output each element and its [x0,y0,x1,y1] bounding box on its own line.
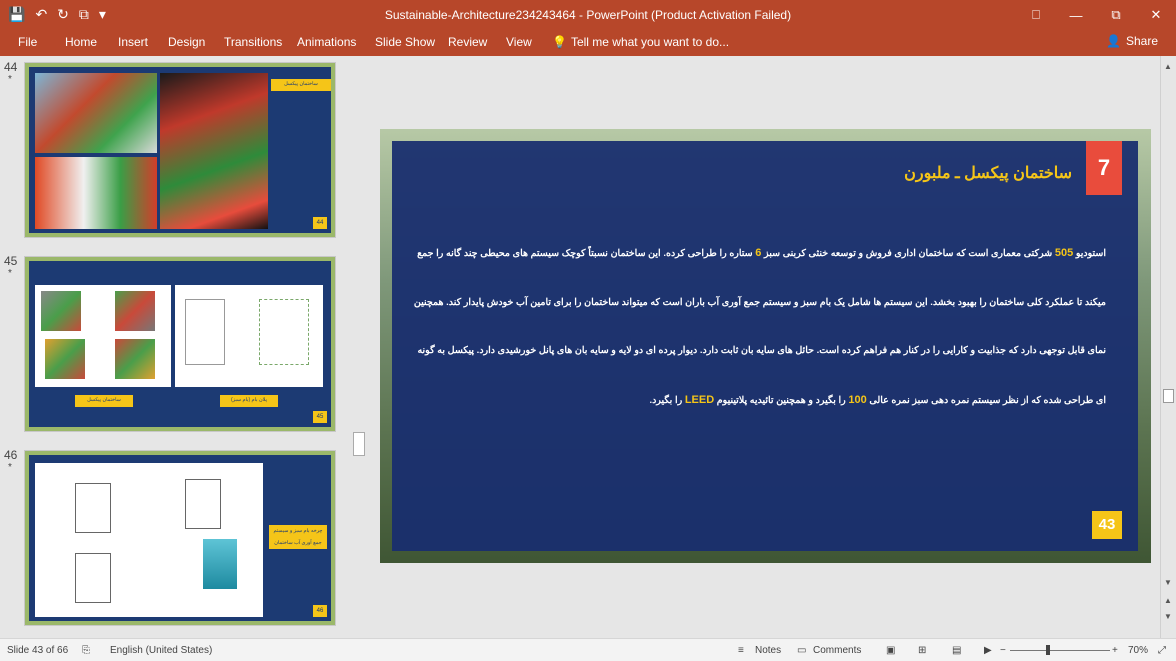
slide-body-text[interactable]: استودیو 505 شرکتی معماری است که ساختمان … [410,229,1106,425]
tab-home[interactable]: Home [65,35,97,49]
tab-design[interactable]: Design [168,35,205,49]
zoom-out-icon[interactable]: − [1000,645,1006,656]
person-icon: 👤 [1106,34,1121,48]
language-indicator[interactable]: English (United States) [110,645,212,656]
slideshow-icon[interactable]: ▶ [984,645,992,656]
scrollbar-thumb[interactable] [353,432,365,456]
zoom-slider-knob[interactable] [1046,645,1050,655]
body-text: را بگیرد و همچنین تائیدیه پلاتینیوم [714,394,849,406]
window-controls: ⎕ — ⧉ ✕ [1016,0,1176,30]
body-text: شرکتی معماری است که ساختمان اداری فروش و… [761,248,1055,259]
comments-button[interactable]: Comments [813,645,861,656]
slide-thumbnail-45[interactable]: ساختمان پیکسل پلان بام (بام سبز) 45 [24,256,336,432]
previous-slide-icon[interactable]: ▲ [1164,596,1172,605]
ribbon-display-icon[interactable]: ⎕ [1016,0,1056,30]
notes-button[interactable]: Notes [755,645,781,656]
highlight-number: LEED [684,393,715,406]
tell-me-label: Tell me what you want to do... [570,35,730,49]
thumbnail-scrollbar[interactable] [352,56,366,638]
restore-button[interactable]: ⧉ [1096,0,1136,30]
lightbulb-icon: 💡 [552,35,567,49]
slide-scrollbar[interactable]: ▲ ▼ ▲ ▼ [1160,56,1176,638]
share-button[interactable]: 👤 Share [1106,34,1158,48]
scroll-down-icon[interactable]: ▼ [1164,578,1172,587]
current-slide[interactable]: 7 ساختمان پیکسل ـ ملبورن استودیو 505 شرک… [380,129,1151,563]
status-bar: Slide 43 of 66 ⎘ English (United States)… [0,638,1176,661]
animation-star-icon: * [8,74,12,85]
slide-heading[interactable]: ساختمان پیکسل ـ ملبورن [904,163,1072,183]
reading-view-icon[interactable]: ▤ [952,645,961,656]
slide-thumbnail-pane: 44 * ساختمان پیکسل 44 45 * ساختمان پیکسل… [0,56,350,638]
ribbon-tabs: File Home Insert Design Transitions Anim… [0,30,1176,56]
slide-sorter-icon[interactable]: ⊞ [918,645,926,656]
document-title: Sustainable-Architecture234243464 - Powe… [384,8,792,22]
body-text: ستاره را طراحی کرده. این ساختمان نسبتاً … [413,248,1106,406]
fit-to-window-icon[interactable]: ⤢ [1158,645,1166,656]
thumbnail-number: 45 [4,254,18,268]
zoom-level[interactable]: 70% [1128,645,1148,656]
content-panel: 7 ساختمان پیکسل ـ ملبورن استودیو 505 شرک… [392,141,1138,551]
zoom-in-icon[interactable]: + [1112,645,1118,656]
tab-animations[interactable]: Animations [297,35,356,49]
notes-icon[interactable]: ≡ [738,645,744,656]
tab-transitions[interactable]: Transitions [224,35,282,49]
normal-view-icon[interactable]: ▣ [886,645,895,656]
slide-editing-area: 7 ساختمان پیکسل ـ ملبورن استودیو 505 شرک… [368,56,1160,638]
tell-me-box[interactable]: 💡 Tell me what you want to do... [552,35,729,49]
title-bar: 💾 ↶ ↻ ⧉ ▾ Sustainable-Architecture234243… [0,0,1176,30]
tab-review[interactable]: Review [448,35,487,49]
scrollbar-thumb[interactable] [1163,389,1174,403]
slide-thumbnail-44[interactable]: ساختمان پیکسل 44 [24,62,336,238]
highlight-number: 100 [848,393,867,406]
slide-thumbnail-46[interactable]: چرخه بام سبز و سیستم جمع آوری آب ساختمان… [24,450,336,626]
share-label: Share [1125,34,1158,48]
slide-page-number: 43 [1092,511,1122,539]
section-number-badge: 7 [1086,141,1122,195]
thumbnail-number: 44 [4,60,18,74]
spelling-icon[interactable]: ⎘ [82,645,90,656]
tab-file[interactable]: File [18,35,37,49]
tab-view[interactable]: View [506,35,532,49]
animation-star-icon: * [8,268,12,279]
slide-count: Slide 43 of 66 [7,645,69,656]
body-text: را بگیرد. [649,394,685,406]
thumbnail-number: 46 [4,448,18,462]
tab-slide-show[interactable]: Slide Show [375,35,435,49]
comments-icon[interactable]: ▭ [797,645,806,656]
body-text: استودیو [1073,248,1106,259]
animation-star-icon: * [8,462,12,473]
close-button[interactable]: ✕ [1136,0,1176,30]
minimize-button[interactable]: — [1056,0,1096,30]
highlight-number: 505 [1054,247,1074,259]
tab-insert[interactable]: Insert [118,35,148,49]
zoom-slider[interactable] [1010,650,1110,651]
next-slide-icon[interactable]: ▼ [1164,612,1172,621]
scroll-up-icon[interactable]: ▲ [1164,62,1172,71]
